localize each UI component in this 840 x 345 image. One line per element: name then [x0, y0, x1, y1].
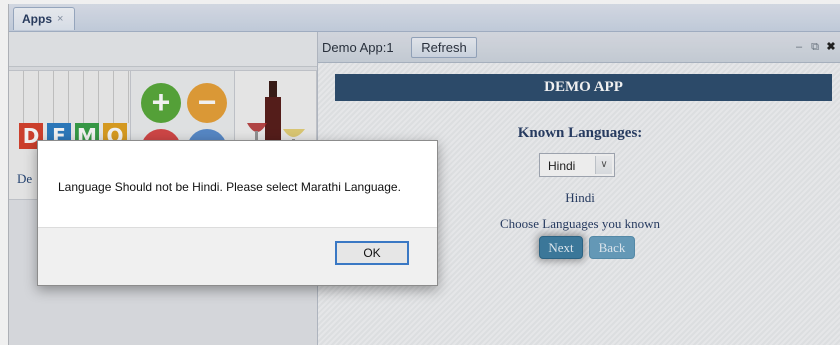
ok-button[interactable]: OK: [335, 241, 409, 265]
alert-footer: OK: [38, 227, 437, 285]
alert-message: Language Should not be Hindi. Please sel…: [58, 180, 401, 194]
alert-dialog: Language Should not be Hindi. Please sel…: [37, 140, 438, 286]
